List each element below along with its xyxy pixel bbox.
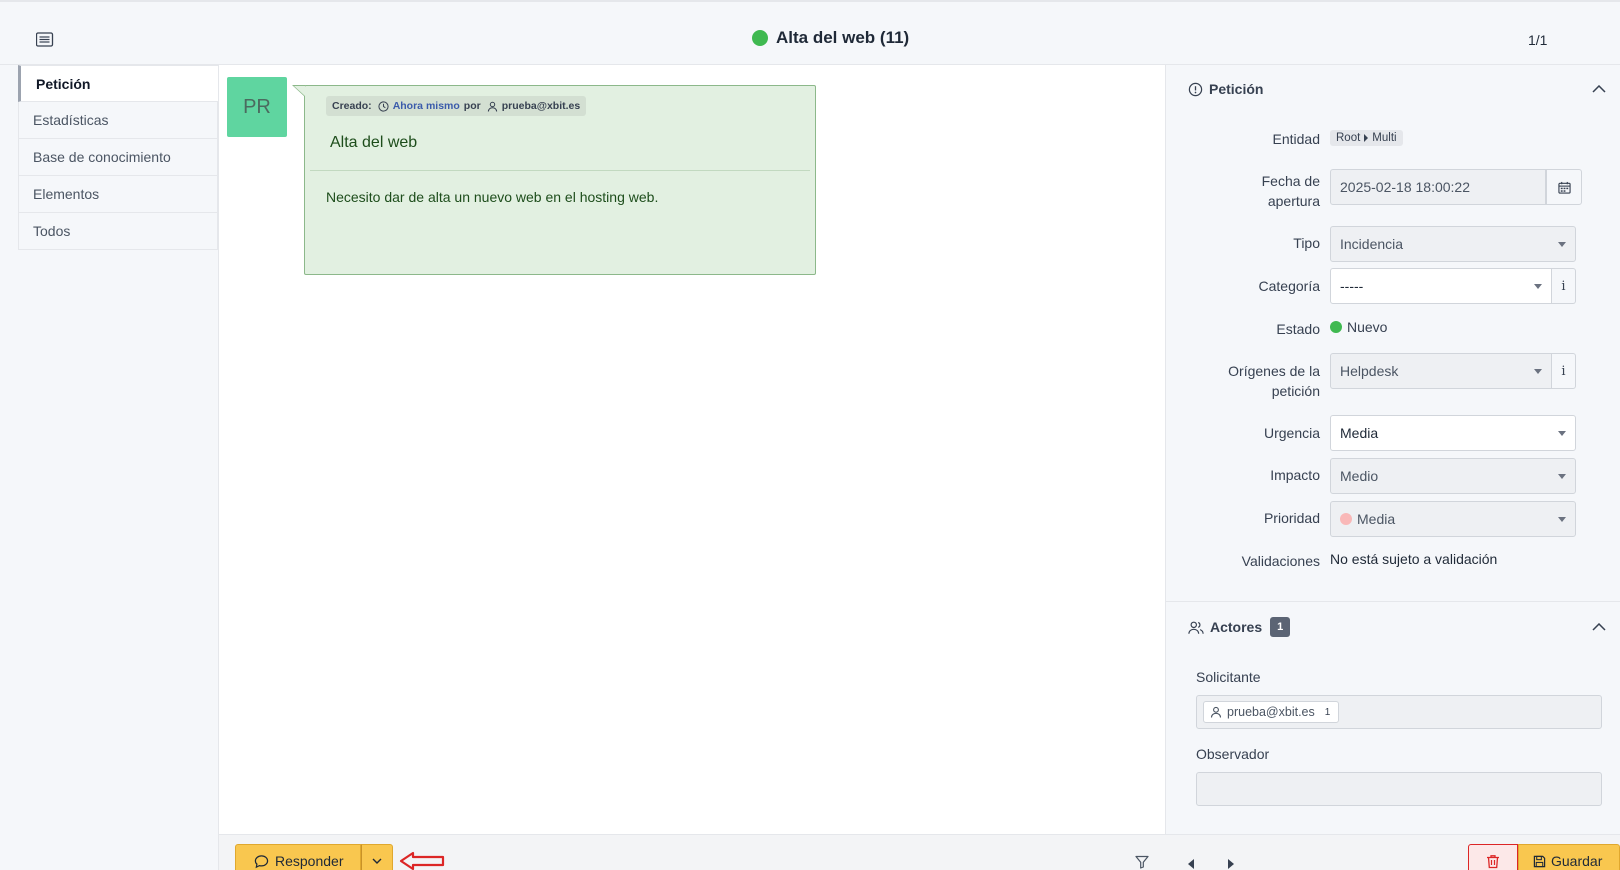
entity-root: Root <box>1336 132 1361 144</box>
observer-label: Observador <box>1196 746 1270 762</box>
status-dot-icon <box>1330 321 1342 333</box>
chevron-up-icon[interactable] <box>1592 623 1606 631</box>
open-date-label: Fecha de apertura <box>1261 173 1320 209</box>
urgency-label: Urgencia <box>1263 425 1320 441</box>
clock-icon <box>378 100 389 112</box>
tab-elementos[interactable]: Elementos <box>18 176 218 213</box>
arrow-left-annotation-icon <box>399 851 445 870</box>
trash-icon <box>1487 854 1499 868</box>
page-title: Alta del web (11) <box>776 28 910 47</box>
requester-field[interactable]: prueba@xbit.es 1 <box>1196 695 1602 729</box>
tab-list: Petición Estadísticas Base de conocimien… <box>18 65 218 250</box>
actors-section-header[interactable]: Actores 1 <box>1188 617 1291 637</box>
chevron-down-icon <box>372 858 382 864</box>
priority-label: Prioridad <box>1263 510 1320 526</box>
ticket-title: Alta del web (11) <box>752 28 909 48</box>
impact-select[interactable]: Medio <box>1330 458 1576 494</box>
actors-section-title: Actores <box>1210 619 1263 635</box>
list-toggle-icon[interactable] <box>36 32 54 48</box>
origin-label: Orígenes de la petición <box>1228 363 1320 399</box>
caret-down-icon <box>1558 431 1566 436</box>
avatar: PR <box>227 77 287 137</box>
delete-button[interactable] <box>1468 844 1518 870</box>
tab-base-conocimiento[interactable]: Base de conocimiento <box>18 139 218 176</box>
observer-field[interactable] <box>1196 772 1602 806</box>
urgency-select[interactable]: Media <box>1330 415 1576 451</box>
validation-label: Validaciones <box>1241 553 1320 569</box>
page-header: Alta del web (11) 1/1 <box>0 0 1620 65</box>
timeline: PR Creado: Ahora mismo por prueba@xbit.e… <box>218 65 1166 835</box>
created-label: Creado: <box>332 100 372 112</box>
caret-right-icon <box>1364 134 1369 142</box>
timeline-item: Creado: Ahora mismo por prueba@xbit.es A… <box>292 85 816 275</box>
user-icon <box>487 101 497 112</box>
users-icon <box>1188 621 1204 634</box>
filter-icon[interactable] <box>1135 855 1149 869</box>
entity-child: Multi <box>1372 132 1397 144</box>
details-actions-bar: Guardar <box>1166 834 1620 870</box>
created-by-label: por <box>463 100 481 112</box>
requester-chip[interactable]: prueba@xbit.es 1 <box>1203 701 1340 723</box>
exclamation-circle-icon <box>1188 82 1203 96</box>
caret-left-icon[interactable] <box>1188 859 1194 869</box>
category-label: Categoría <box>1258 278 1320 294</box>
timeline-item-body: Necesito dar de alta un nuevo web en el … <box>326 189 659 205</box>
open-date-field[interactable]: 2025-02-18 18:00:22 <box>1330 169 1546 205</box>
category-info-button[interactable]: i <box>1552 268 1576 304</box>
chevron-up-icon[interactable] <box>1592 85 1606 93</box>
user-icon <box>1210 706 1222 718</box>
requester-label: Solicitante <box>1196 669 1261 685</box>
type-select[interactable]: Incidencia <box>1330 226 1576 262</box>
ticket-details-panel: Petición Entidad Root Multi Fecha de ape… <box>1166 65 1620 835</box>
priority-dot-icon <box>1340 513 1352 525</box>
actors-count-badge: 1 <box>1270 617 1291 637</box>
tab-peticion[interactable]: Petición <box>18 65 218 102</box>
timeline-item-title: Alta del web <box>330 134 418 151</box>
caret-down-icon <box>1558 474 1566 479</box>
priority-select[interactable]: Media <box>1330 501 1576 537</box>
ticket-section-title: Petición <box>1209 81 1264 97</box>
timeline-actions-bar: Responder <box>218 834 1166 870</box>
caret-right-icon[interactable] <box>1228 859 1234 869</box>
caret-down-icon <box>1558 517 1566 522</box>
divider <box>310 170 810 171</box>
caret-down-icon <box>1558 242 1566 247</box>
caret-down-icon <box>1534 369 1542 374</box>
tab-todos[interactable]: Todos <box>18 213 218 250</box>
entity-value[interactable]: Root Multi <box>1330 128 1403 146</box>
pager: 1/1 <box>1528 32 1548 48</box>
reply-options-button[interactable] <box>361 844 393 870</box>
save-icon <box>1533 855 1546 867</box>
section-divider <box>1166 601 1620 602</box>
status-label: Estado <box>1276 321 1320 337</box>
requester-chip-count: 1 <box>1324 706 1331 718</box>
tab-estadisticas[interactable]: Estadísticas <box>18 102 218 139</box>
calendar-button[interactable] <box>1546 169 1582 205</box>
reply-label: Responder <box>275 853 344 869</box>
origin-info-button[interactable]: i <box>1552 353 1576 389</box>
created-user[interactable]: prueba@xbit.es <box>502 100 581 112</box>
validation-value: No está sujeto a validación <box>1330 551 1498 567</box>
comment-icon <box>254 854 269 868</box>
save-button[interactable]: Guardar <box>1518 844 1620 870</box>
created-when: Ahora mismo <box>392 100 460 112</box>
calendar-icon <box>1557 181 1571 194</box>
caret-down-icon <box>1534 284 1542 289</box>
ticket-section-header[interactable]: Petición <box>1188 81 1263 97</box>
status-value: Nuevo <box>1330 319 1387 335</box>
entity-label: Entidad <box>1272 131 1320 147</box>
origin-select[interactable]: Helpdesk <box>1330 353 1552 389</box>
timeline-item-meta: Creado: Ahora mismo por prueba@xbit.es <box>326 96 587 116</box>
status-dot-icon <box>752 30 768 46</box>
reply-button[interactable]: Responder <box>235 844 361 870</box>
impact-label: Impacto <box>1270 467 1320 483</box>
category-select[interactable]: ----- <box>1330 268 1552 304</box>
type-label: Tipo <box>1293 235 1320 251</box>
